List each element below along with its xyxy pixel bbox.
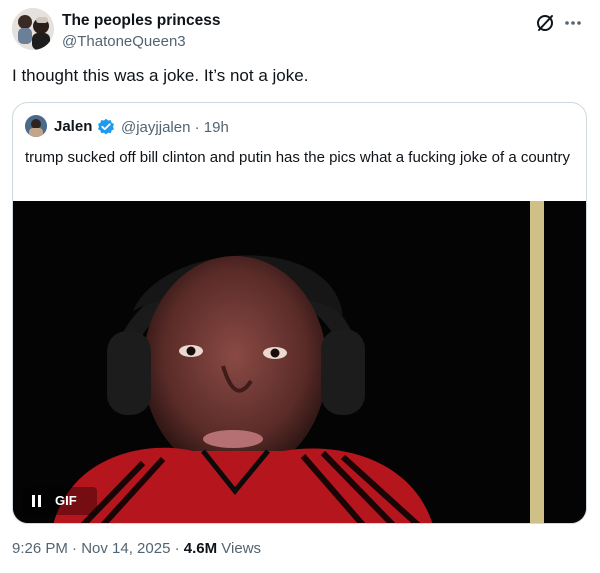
tweet-header: The peoples princess @ThatoneQueen3 bbox=[12, 8, 588, 56]
quoted-author-handle-time[interactable]: @jayjjalen · 19h bbox=[121, 119, 229, 136]
quoted-tweet-text: trump sucked off bill clinton and putin … bbox=[25, 149, 571, 166]
tweet-meta: 9:26 PM · Nov 14, 2025 · 4.6M Views bbox=[12, 540, 261, 557]
grok-icon[interactable] bbox=[534, 12, 556, 34]
author-display-name[interactable]: The peoples princess bbox=[62, 12, 221, 30]
more-options-icon[interactable] bbox=[562, 12, 584, 34]
gif-badge: GIF bbox=[55, 493, 77, 508]
gif-controls[interactable]: GIF bbox=[23, 487, 97, 515]
author-avatar[interactable] bbox=[12, 8, 54, 50]
views-label: Views bbox=[217, 540, 262, 557]
quoted-tweet[interactable]: Jalen @jayjjalen · 19h trump sucked off … bbox=[12, 102, 587, 524]
author-handle[interactable]: @ThatoneQueen3 bbox=[62, 33, 186, 50]
verified-icon bbox=[97, 118, 115, 136]
gif-frame-image bbox=[13, 201, 586, 523]
quoted-author-avatar[interactable] bbox=[25, 115, 47, 137]
pause-icon[interactable] bbox=[31, 495, 43, 507]
quoted-gif-media[interactable]: GIF bbox=[13, 201, 586, 523]
quoted-author-name[interactable]: Jalen bbox=[54, 118, 92, 135]
views-count: 4.6M bbox=[183, 540, 218, 557]
tweet-timestamp[interactable]: 9:26 PM · Nov 14, 2025 · bbox=[12, 540, 184, 557]
tweet-text: I thought this was a joke. It’s not a jo… bbox=[12, 66, 309, 85]
